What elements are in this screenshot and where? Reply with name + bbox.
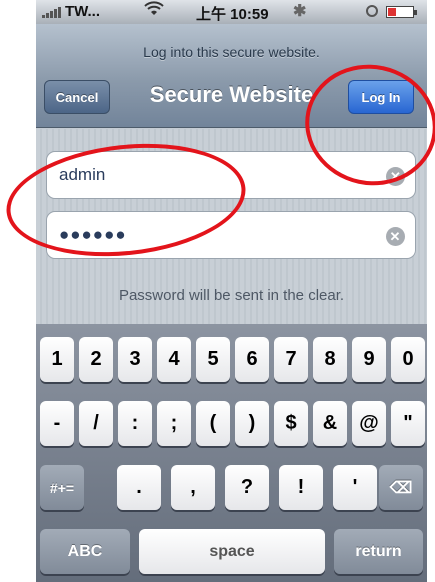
backspace-icon[interactable]: ⌫ <box>379 465 423 510</box>
phone-screen: TW... 上午 10:59 ✱ Log into this secure we… <box>36 0 427 582</box>
orientation-lock-icon <box>366 5 378 17</box>
key-4[interactable]: 4 <box>157 337 191 382</box>
symbols-key[interactable]: #+= <box>40 465 84 510</box>
key-period[interactable]: . <box>117 465 161 510</box>
key-apostrophe[interactable]: ' <box>333 465 377 510</box>
key-comma[interactable]: , <box>171 465 215 510</box>
keyboard: 1 2 3 4 5 6 7 8 9 0 - / : ; ( ) $ & @ " … <box>36 324 427 582</box>
key-7[interactable]: 7 <box>274 337 308 382</box>
clock: 上午 10:59 <box>196 6 269 23</box>
login-prompt: Log into this secure website. <box>143 44 320 60</box>
key-2[interactable]: 2 <box>79 337 113 382</box>
wifi-icon <box>144 1 164 22</box>
space-key[interactable]: space <box>139 529 325 574</box>
clear-password-icon[interactable]: ✕ <box>386 227 405 246</box>
key-9[interactable]: 9 <box>352 337 386 382</box>
carrier-name: TW... <box>65 3 100 20</box>
key-quote[interactable]: " <box>391 401 425 446</box>
key-close-paren[interactable]: ) <box>235 401 269 446</box>
key-0[interactable]: 0 <box>391 337 425 382</box>
activity-spinner-icon: ✱ <box>293 3 307 20</box>
login-form: admin ✕ ●●●●●● ✕ Password will be sent i… <box>36 129 427 324</box>
login-button[interactable]: Log In <box>348 80 414 114</box>
key-open-paren[interactable]: ( <box>196 401 230 446</box>
key-8[interactable]: 8 <box>313 337 347 382</box>
carrier-indicator: TW... <box>42 3 100 20</box>
username-field[interactable]: admin ✕ <box>46 151 416 199</box>
key-slash[interactable]: / <box>79 401 113 446</box>
key-dollar[interactable]: $ <box>274 401 308 446</box>
key-ampersand[interactable]: & <box>313 401 347 446</box>
key-3[interactable]: 3 <box>118 337 152 382</box>
password-warning: Password will be sent in the clear. <box>118 287 345 304</box>
status-bar: TW... 上午 10:59 ✱ <box>36 0 427 24</box>
key-exclamation[interactable]: ! <box>279 465 323 510</box>
key-at[interactable]: @ <box>352 401 386 446</box>
signal-icon <box>42 6 61 18</box>
key-colon[interactable]: : <box>118 401 152 446</box>
abc-key[interactable]: ABC <box>40 529 130 574</box>
battery-icon <box>386 6 417 18</box>
clear-username-icon[interactable]: ✕ <box>386 167 405 186</box>
key-5[interactable]: 5 <box>196 337 230 382</box>
key-question[interactable]: ? <box>225 465 269 510</box>
key-hyphen[interactable]: - <box>40 401 74 446</box>
key-6[interactable]: 6 <box>235 337 269 382</box>
nav-bar: Log into this secure website. Cancel Sec… <box>36 24 427 128</box>
password-mask: ●●●●●● <box>59 225 127 244</box>
username-value: admin <box>59 165 106 184</box>
key-semicolon[interactable]: ; <box>157 401 191 446</box>
password-field[interactable]: ●●●●●● ✕ <box>46 211 416 259</box>
return-key[interactable]: return <box>334 529 423 574</box>
key-1[interactable]: 1 <box>40 337 74 382</box>
